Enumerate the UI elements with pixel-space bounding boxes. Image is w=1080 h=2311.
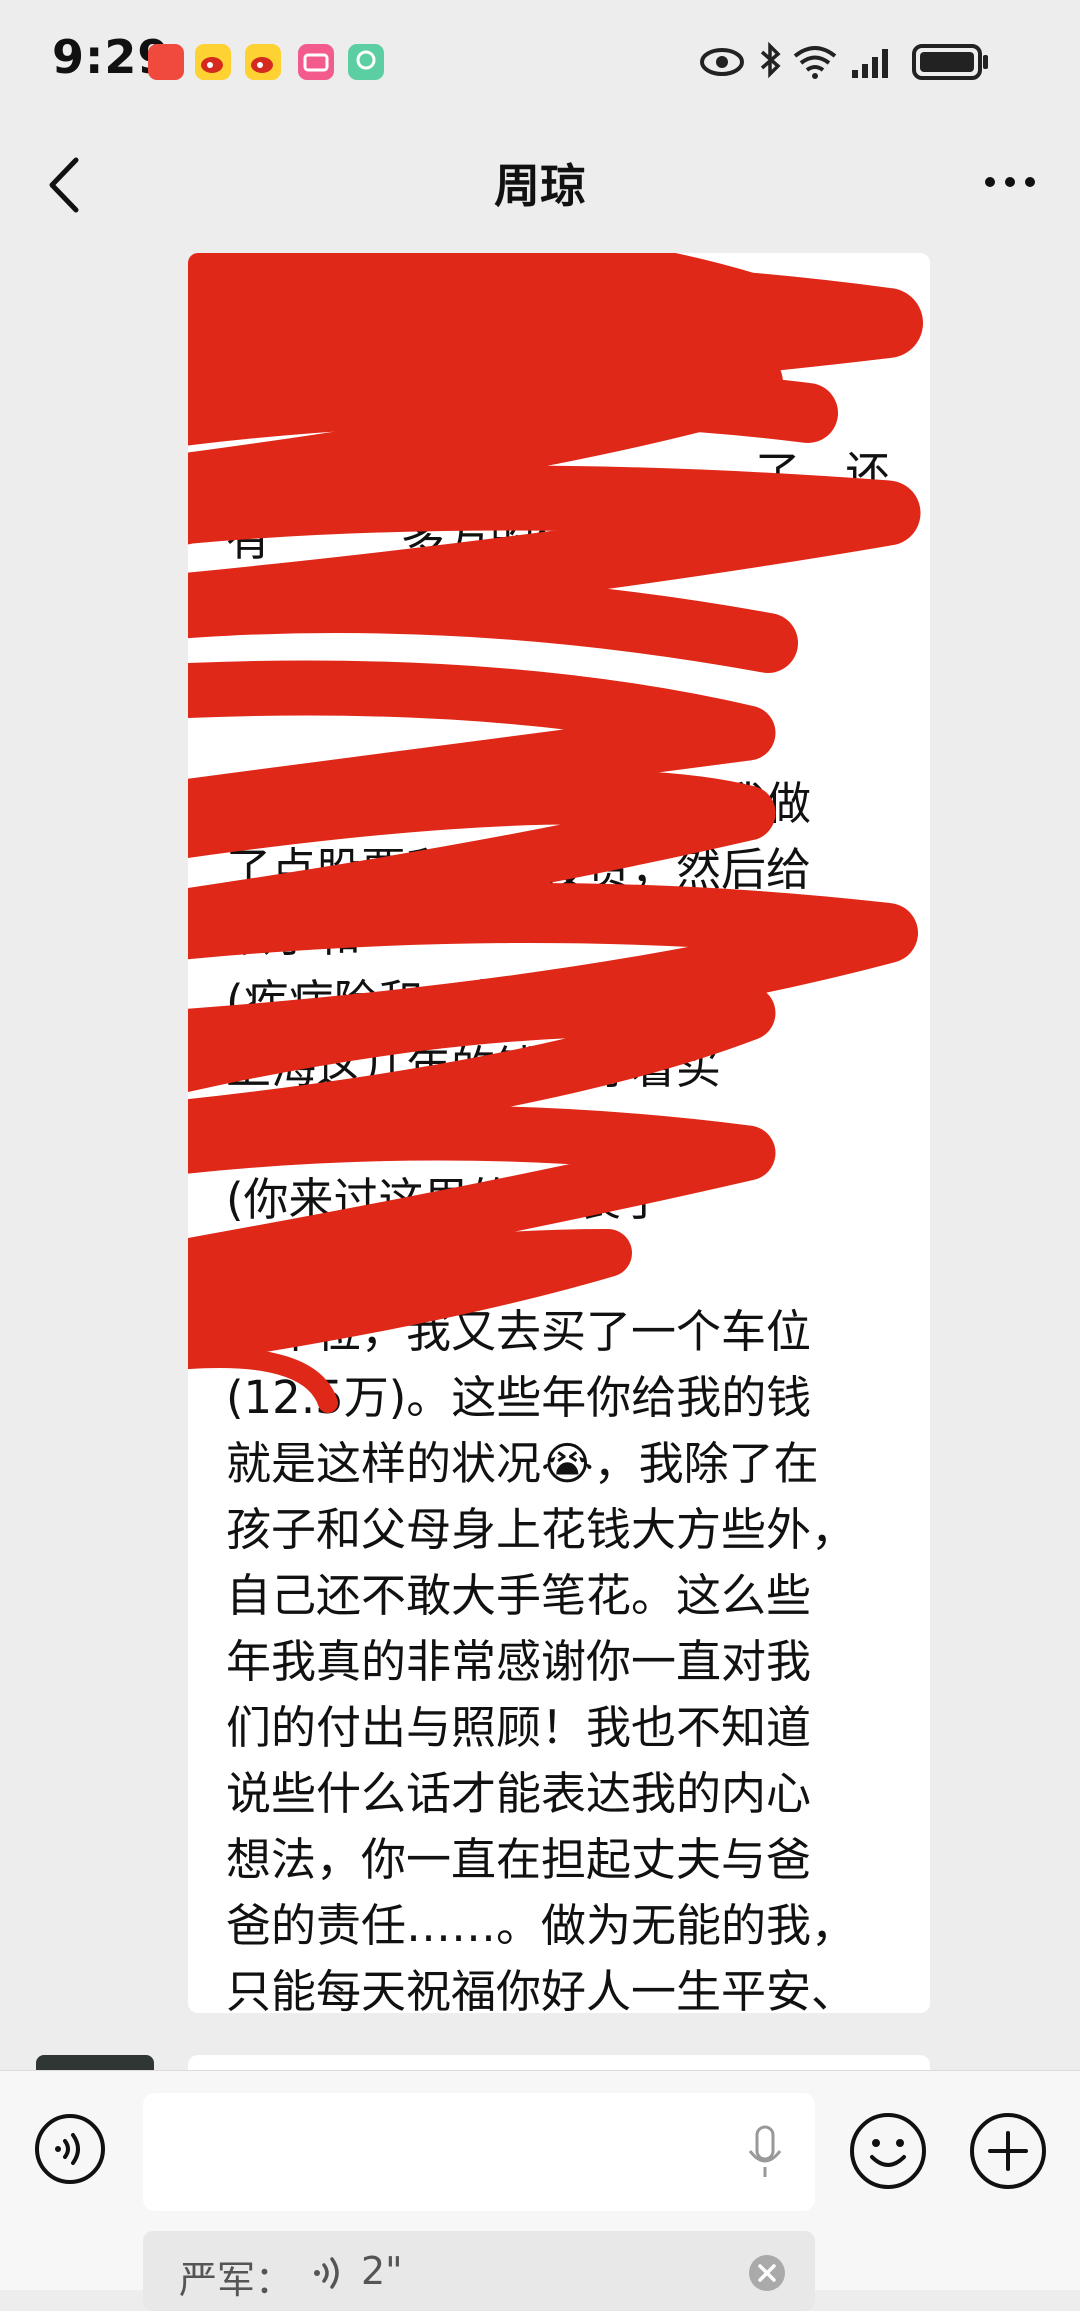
voice-input-icon [35, 2114, 105, 2184]
microphone-icon[interactable] [745, 2123, 785, 2183]
redaction-scribble [188, 253, 923, 1413]
wifi-icon [793, 46, 837, 79]
quoted-message-preview[interactable]: 严军： 2" [143, 2231, 815, 2311]
signal-icon [852, 49, 888, 78]
quote-sender: 严军： [179, 2258, 294, 2302]
app-notification-icon [148, 44, 184, 80]
chat-header: 周琼 [0, 120, 1080, 245]
message-input[interactable] [143, 2093, 815, 2211]
more-options-button[interactable] [980, 162, 1040, 202]
bilibili-icon [298, 44, 334, 80]
input-bar: 严军： 2" [0, 2070, 1080, 2311]
battery-icon [912, 44, 988, 80]
emoji-icon [850, 2113, 926, 2189]
plus-icon [970, 2113, 1046, 2189]
chat-title: 周琼 [494, 159, 586, 213]
message-bubble[interactable]: 的 了，还 有 多万的债务，我的钱 拿姐夫 我的钱，除了必要开支，我做 了点股票… [188, 253, 930, 2013]
status-bar: 9:29 [0, 0, 1080, 120]
voice-input-button[interactable] [34, 2113, 106, 2185]
eye-icon [700, 48, 744, 76]
voice-message-icon [314, 2257, 339, 2289]
more-dots-icon [985, 177, 1035, 187]
emoji-button[interactable] [848, 2111, 928, 2191]
weibo-icon [245, 44, 281, 80]
message-bubble[interactable] [188, 2055, 930, 2070]
more-functions-button[interactable] [968, 2111, 1048, 2191]
chat-message-list[interactable]: 的 了，还 有 多万的债务，我的钱 拿姐夫 我的钱，除了必要开支，我做 了点股票… [0, 245, 1080, 2070]
status-indicators [700, 41, 988, 80]
close-icon[interactable] [747, 2253, 787, 2293]
avatar[interactable] [36, 2055, 154, 2070]
bluetooth-icon [760, 41, 781, 79]
weibo-icon [195, 44, 231, 80]
app-icon [348, 44, 384, 80]
quote-duration: 2" [361, 2249, 403, 2293]
